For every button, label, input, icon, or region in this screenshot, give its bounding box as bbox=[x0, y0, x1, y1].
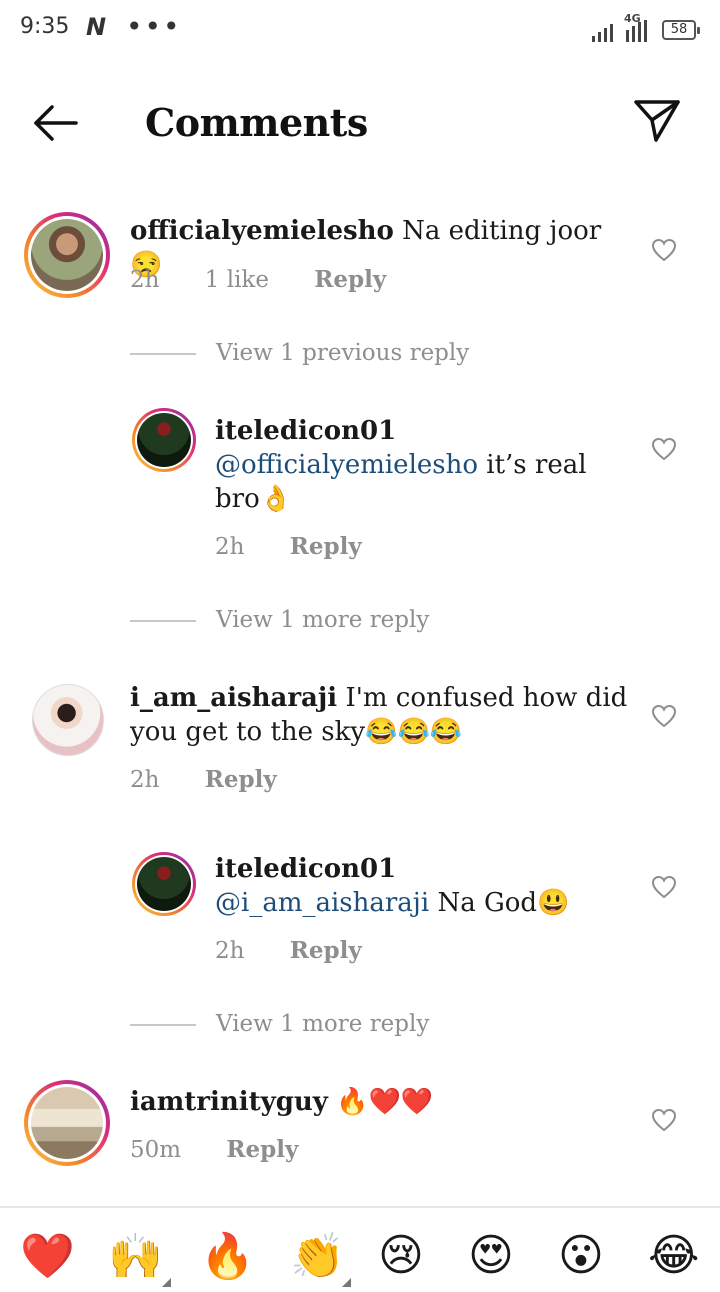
divider-line bbox=[130, 620, 196, 622]
reply-button[interactable]: Reply bbox=[226, 1136, 298, 1163]
heart-outline-icon bbox=[651, 704, 677, 728]
comment-body: iteledicon01 @officialyemielesho it’s re… bbox=[215, 414, 635, 516]
emoji-raising-hands[interactable]: 🙌 bbox=[108, 1230, 163, 1282]
comment-text: I'm confused how did bbox=[337, 683, 628, 713]
comment-username[interactable]: i_am_aisharaji bbox=[130, 683, 337, 713]
comment-username[interactable]: iteledicon01 bbox=[215, 414, 635, 448]
signal-icon bbox=[590, 18, 654, 48]
mention-link[interactable]: @officialyemielesho bbox=[215, 450, 478, 480]
heart-outline-icon bbox=[651, 1108, 677, 1132]
back-button[interactable] bbox=[28, 100, 82, 146]
comment-text: it’s real bbox=[478, 450, 587, 480]
view-replies-label: View 1 previous reply bbox=[216, 340, 470, 366]
skin-tone-indicator-icon bbox=[162, 1278, 171, 1287]
comment-meta: 2h Reply bbox=[215, 533, 400, 560]
heart-outline-icon bbox=[651, 437, 677, 461]
mention-link[interactable]: @i_am_aisharaji bbox=[215, 888, 429, 918]
comment-body: iteledicon01 @i_am_aisharaji Na God😃 bbox=[215, 852, 635, 920]
emoji-tears-of-joy[interactable]: 😂 bbox=[648, 1230, 699, 1281]
comment-username[interactable]: officialyemielesho bbox=[130, 216, 394, 246]
status-time: 9:35 bbox=[20, 14, 70, 39]
view-replies-label: View 1 more reply bbox=[216, 607, 430, 633]
avatar-officialyemielesho[interactable] bbox=[24, 212, 110, 298]
comment-username[interactable]: iamtrinityguy bbox=[130, 1087, 328, 1117]
view-replies-button[interactable]: View 1 more reply bbox=[130, 607, 429, 633]
emoji-surprised-face[interactable]: 😮 bbox=[558, 1230, 604, 1281]
avatar-i_am_aisharaji[interactable] bbox=[32, 684, 104, 756]
like-comment-button[interactable] bbox=[651, 704, 677, 732]
reply-button[interactable]: Reply bbox=[290, 937, 362, 964]
comment-text-continued: you get to the sky😂😂😂 bbox=[130, 717, 463, 747]
emoji-fire[interactable]: 🔥 bbox=[200, 1230, 255, 1282]
heart-outline-icon bbox=[651, 875, 677, 899]
back-arrow-icon bbox=[34, 105, 78, 141]
view-replies-label: View 1 more reply bbox=[216, 1011, 430, 1037]
reply-button[interactable]: Reply bbox=[290, 533, 362, 560]
like-comment-button[interactable] bbox=[651, 437, 677, 465]
comment-body: i_am_aisharaji I'm confused how did you … bbox=[130, 681, 640, 749]
heart-outline-icon bbox=[651, 238, 677, 262]
emoji-clapping-hands[interactable]: 👏 bbox=[290, 1230, 345, 1282]
comment-meta: 2h Reply bbox=[130, 766, 315, 793]
view-replies-button[interactable]: View 1 previous reply bbox=[130, 340, 469, 366]
comment-body: iamtrinityguy 🔥❤️❤️ bbox=[130, 1085, 640, 1119]
comment-meta: 50m Reply bbox=[130, 1136, 336, 1163]
view-replies-button[interactable]: View 1 more reply bbox=[130, 1011, 429, 1037]
divider-line bbox=[130, 353, 196, 355]
comment-text-continued: bro👌 bbox=[215, 484, 293, 514]
like-comment-button[interactable] bbox=[651, 875, 677, 903]
battery-icon: 58 bbox=[662, 20, 700, 40]
comment-time: 2h bbox=[215, 938, 245, 964]
emoji-reaction-bar: ❤️ 🙌 🔥 👏 😢 😍 😮 😂 bbox=[0, 1206, 720, 1292]
emoji-crying-face[interactable]: 😢 bbox=[378, 1230, 424, 1281]
comment-meta: 2h Reply bbox=[215, 937, 400, 964]
more-notifications-icon: ••• bbox=[126, 10, 182, 43]
reply-button[interactable]: Reply bbox=[205, 766, 277, 793]
share-button[interactable] bbox=[630, 96, 684, 146]
comment-time: 2h bbox=[130, 267, 160, 293]
avatar-iteledicon01[interactable] bbox=[132, 408, 196, 472]
comment-meta: 2h 1 like Reply bbox=[130, 266, 424, 293]
comment-time: 50m bbox=[130, 1137, 182, 1163]
like-comment-button[interactable] bbox=[651, 1108, 677, 1136]
send-icon bbox=[634, 100, 680, 142]
comment-text: 🔥❤️❤️ bbox=[327, 1087, 434, 1117]
skin-tone-indicator-icon bbox=[342, 1278, 351, 1287]
network-type-label: 4G bbox=[624, 12, 641, 25]
reply-button[interactable]: Reply bbox=[314, 266, 386, 293]
comment-username[interactable]: iteledicon01 bbox=[215, 852, 635, 886]
page-title: Comments bbox=[145, 100, 368, 145]
emoji-heart-eyes[interactable]: 😍 bbox=[468, 1230, 514, 1281]
comment-time: 2h bbox=[215, 534, 245, 560]
comment-text: Na God😃 bbox=[429, 888, 570, 918]
comment-time: 2h bbox=[130, 767, 160, 793]
avatar-iteledicon01[interactable] bbox=[132, 852, 196, 916]
notification-app-icon: N bbox=[86, 13, 107, 41]
like-comment-button[interactable] bbox=[651, 238, 677, 266]
emoji-red-heart[interactable]: ❤️ bbox=[20, 1230, 75, 1282]
divider-line bbox=[130, 1024, 196, 1026]
avatar-iamtrinityguy[interactable] bbox=[24, 1080, 110, 1166]
comment-likes[interactable]: 1 like bbox=[205, 267, 269, 293]
